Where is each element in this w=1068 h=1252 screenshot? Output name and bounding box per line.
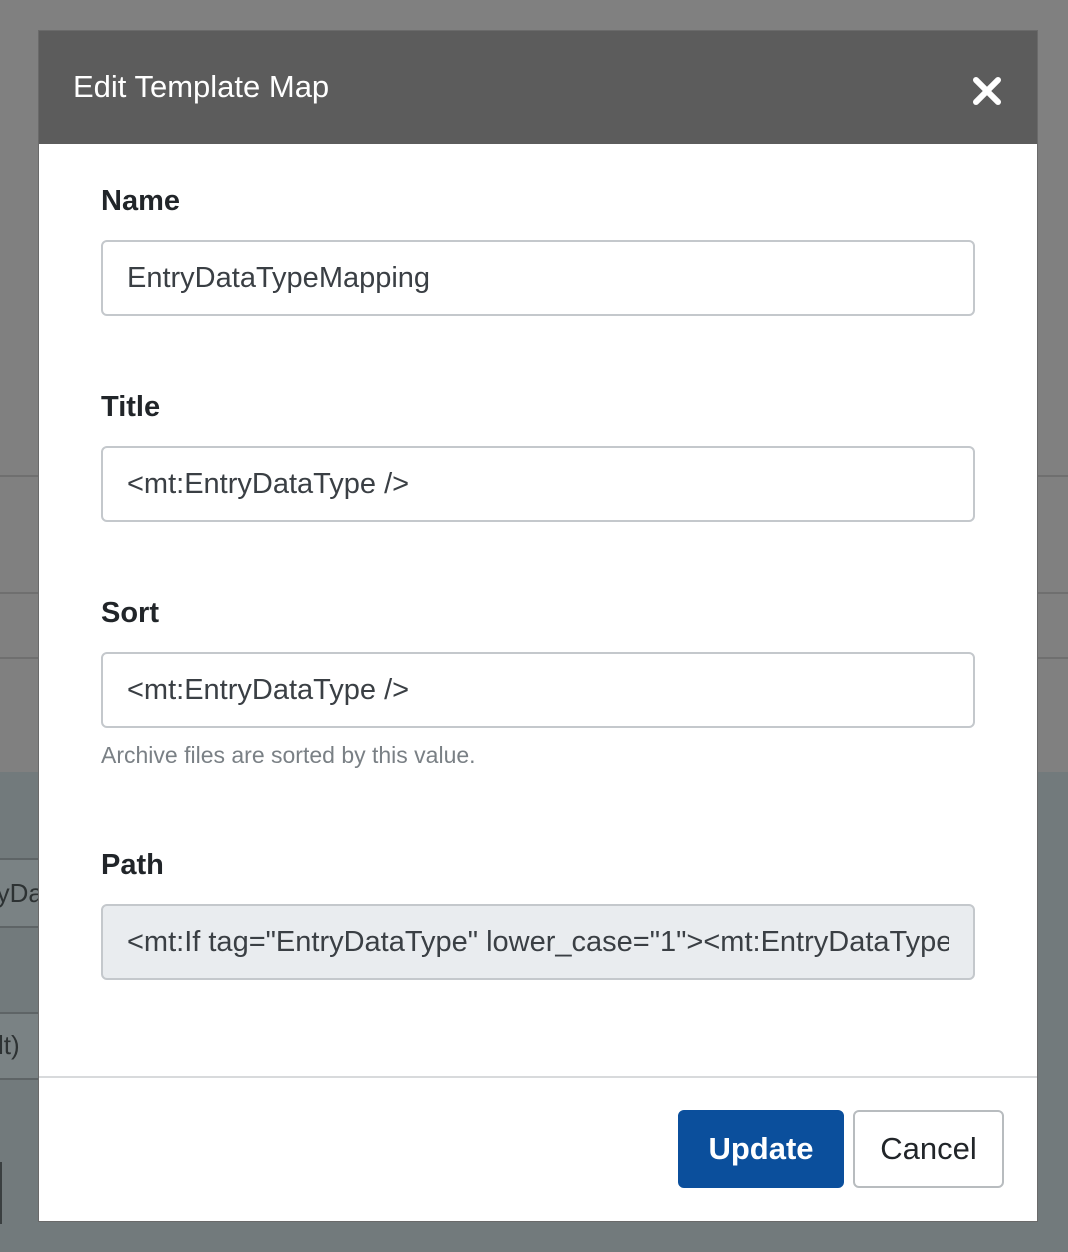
background-divider <box>1037 657 1068 659</box>
background-divider <box>1037 475 1068 477</box>
title-input[interactable] <box>101 446 975 522</box>
sort-help-text: Archive files are sorted by this value. <box>101 742 476 768</box>
sort-label: Sort <box>101 597 159 629</box>
background-divider <box>0 592 39 594</box>
background-button <box>0 1162 2 1224</box>
cancel-button[interactable]: Cancel <box>853 1110 1004 1188</box>
background-divider <box>0 657 39 659</box>
modal-title: Edit Template Map <box>73 69 330 104</box>
close-icon <box>973 77 1001 105</box>
title-label: Title <box>101 391 161 423</box>
path-input[interactable] <box>101 904 975 980</box>
background-text: lt) <box>0 1030 20 1060</box>
name-input[interactable] <box>101 240 975 316</box>
close-button[interactable] <box>967 71 1007 111</box>
edit-template-map-dialog: Edit Template Map Name Title Sort Archiv… <box>39 31 1037 1221</box>
path-label: Path <box>101 849 164 881</box>
background-divider <box>0 475 39 477</box>
name-label: Name <box>101 185 180 217</box>
background-text: ryDa <box>0 878 43 908</box>
update-button[interactable]: Update <box>678 1110 844 1188</box>
modal-header: Edit Template Map <box>39 31 1037 144</box>
sort-input[interactable] <box>101 652 975 728</box>
background-divider <box>1037 592 1068 594</box>
footer-divider <box>39 1076 1037 1078</box>
